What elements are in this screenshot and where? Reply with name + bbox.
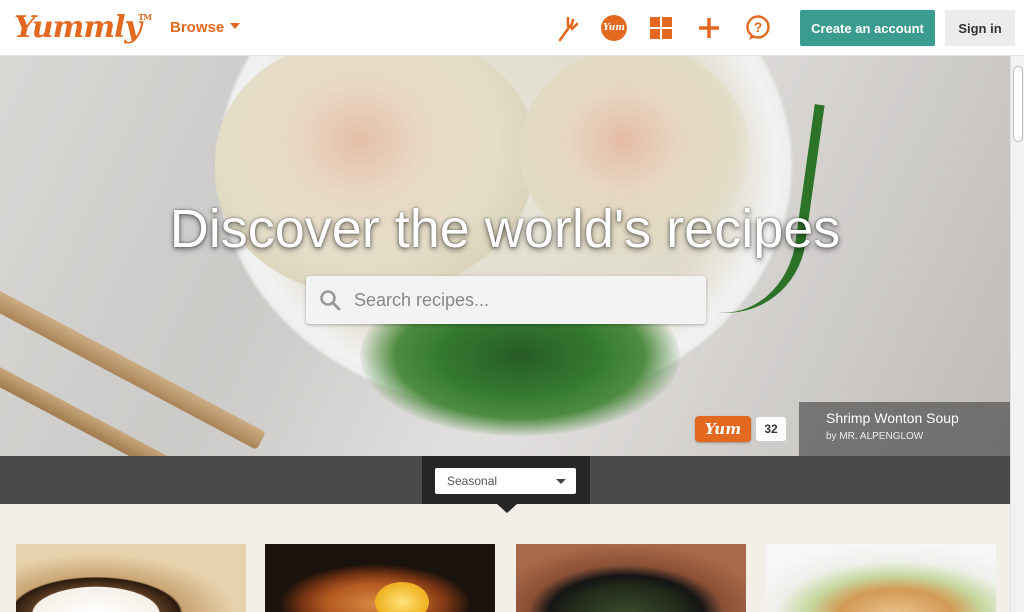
recipe-card[interactable] [516,544,746,612]
yum-button[interactable]: Yum [695,416,751,442]
plus-icon[interactable] [697,16,721,40]
category-select[interactable]: Seasonal [435,468,576,494]
yummly-logo[interactable]: Yummly TM [14,10,152,45]
recipe-name[interactable]: Shrimp Wonton Soup [826,410,1010,426]
grid-icon[interactable] [649,16,673,40]
search-input[interactable] [354,289,684,311]
browse-menu[interactable]: Browse [170,19,241,36]
yum-count: 32 [756,417,786,441]
scrollbar-thumb[interactable] [1013,66,1023,142]
yum-icon[interactable]: Yum [601,15,627,41]
chevron-down-icon [556,479,566,484]
recipe-author[interactable]: by MR. ALPENGLOW [826,431,1010,442]
hero-title: Discover the world's recipes [169,199,841,259]
recipe-card[interactable] [16,544,246,612]
search-bar[interactable] [306,276,706,324]
recipe-caption[interactable]: Shrimp Wonton Soup by MR. ALPENGLOW [799,402,1010,456]
hero-banner: Discover the world's recipes Yum 32 Shri… [0,56,1010,456]
chevron-down-icon [230,23,241,30]
sign-in-button[interactable]: Sign in [945,10,1015,46]
fork-icon[interactable] [554,14,582,42]
top-header: Yummly TM Browse Yum ? Create an account … [0,0,1024,56]
create-account-button[interactable]: Create an account [800,10,935,46]
search-icon [306,276,354,324]
recipe-card[interactable] [766,544,996,612]
svg-text:?: ? [754,19,763,35]
recipe-card[interactable] [265,544,495,612]
page-scrollbar[interactable] [1010,56,1024,612]
help-icon[interactable]: ? [745,15,771,41]
pointer-arrow [497,504,517,513]
